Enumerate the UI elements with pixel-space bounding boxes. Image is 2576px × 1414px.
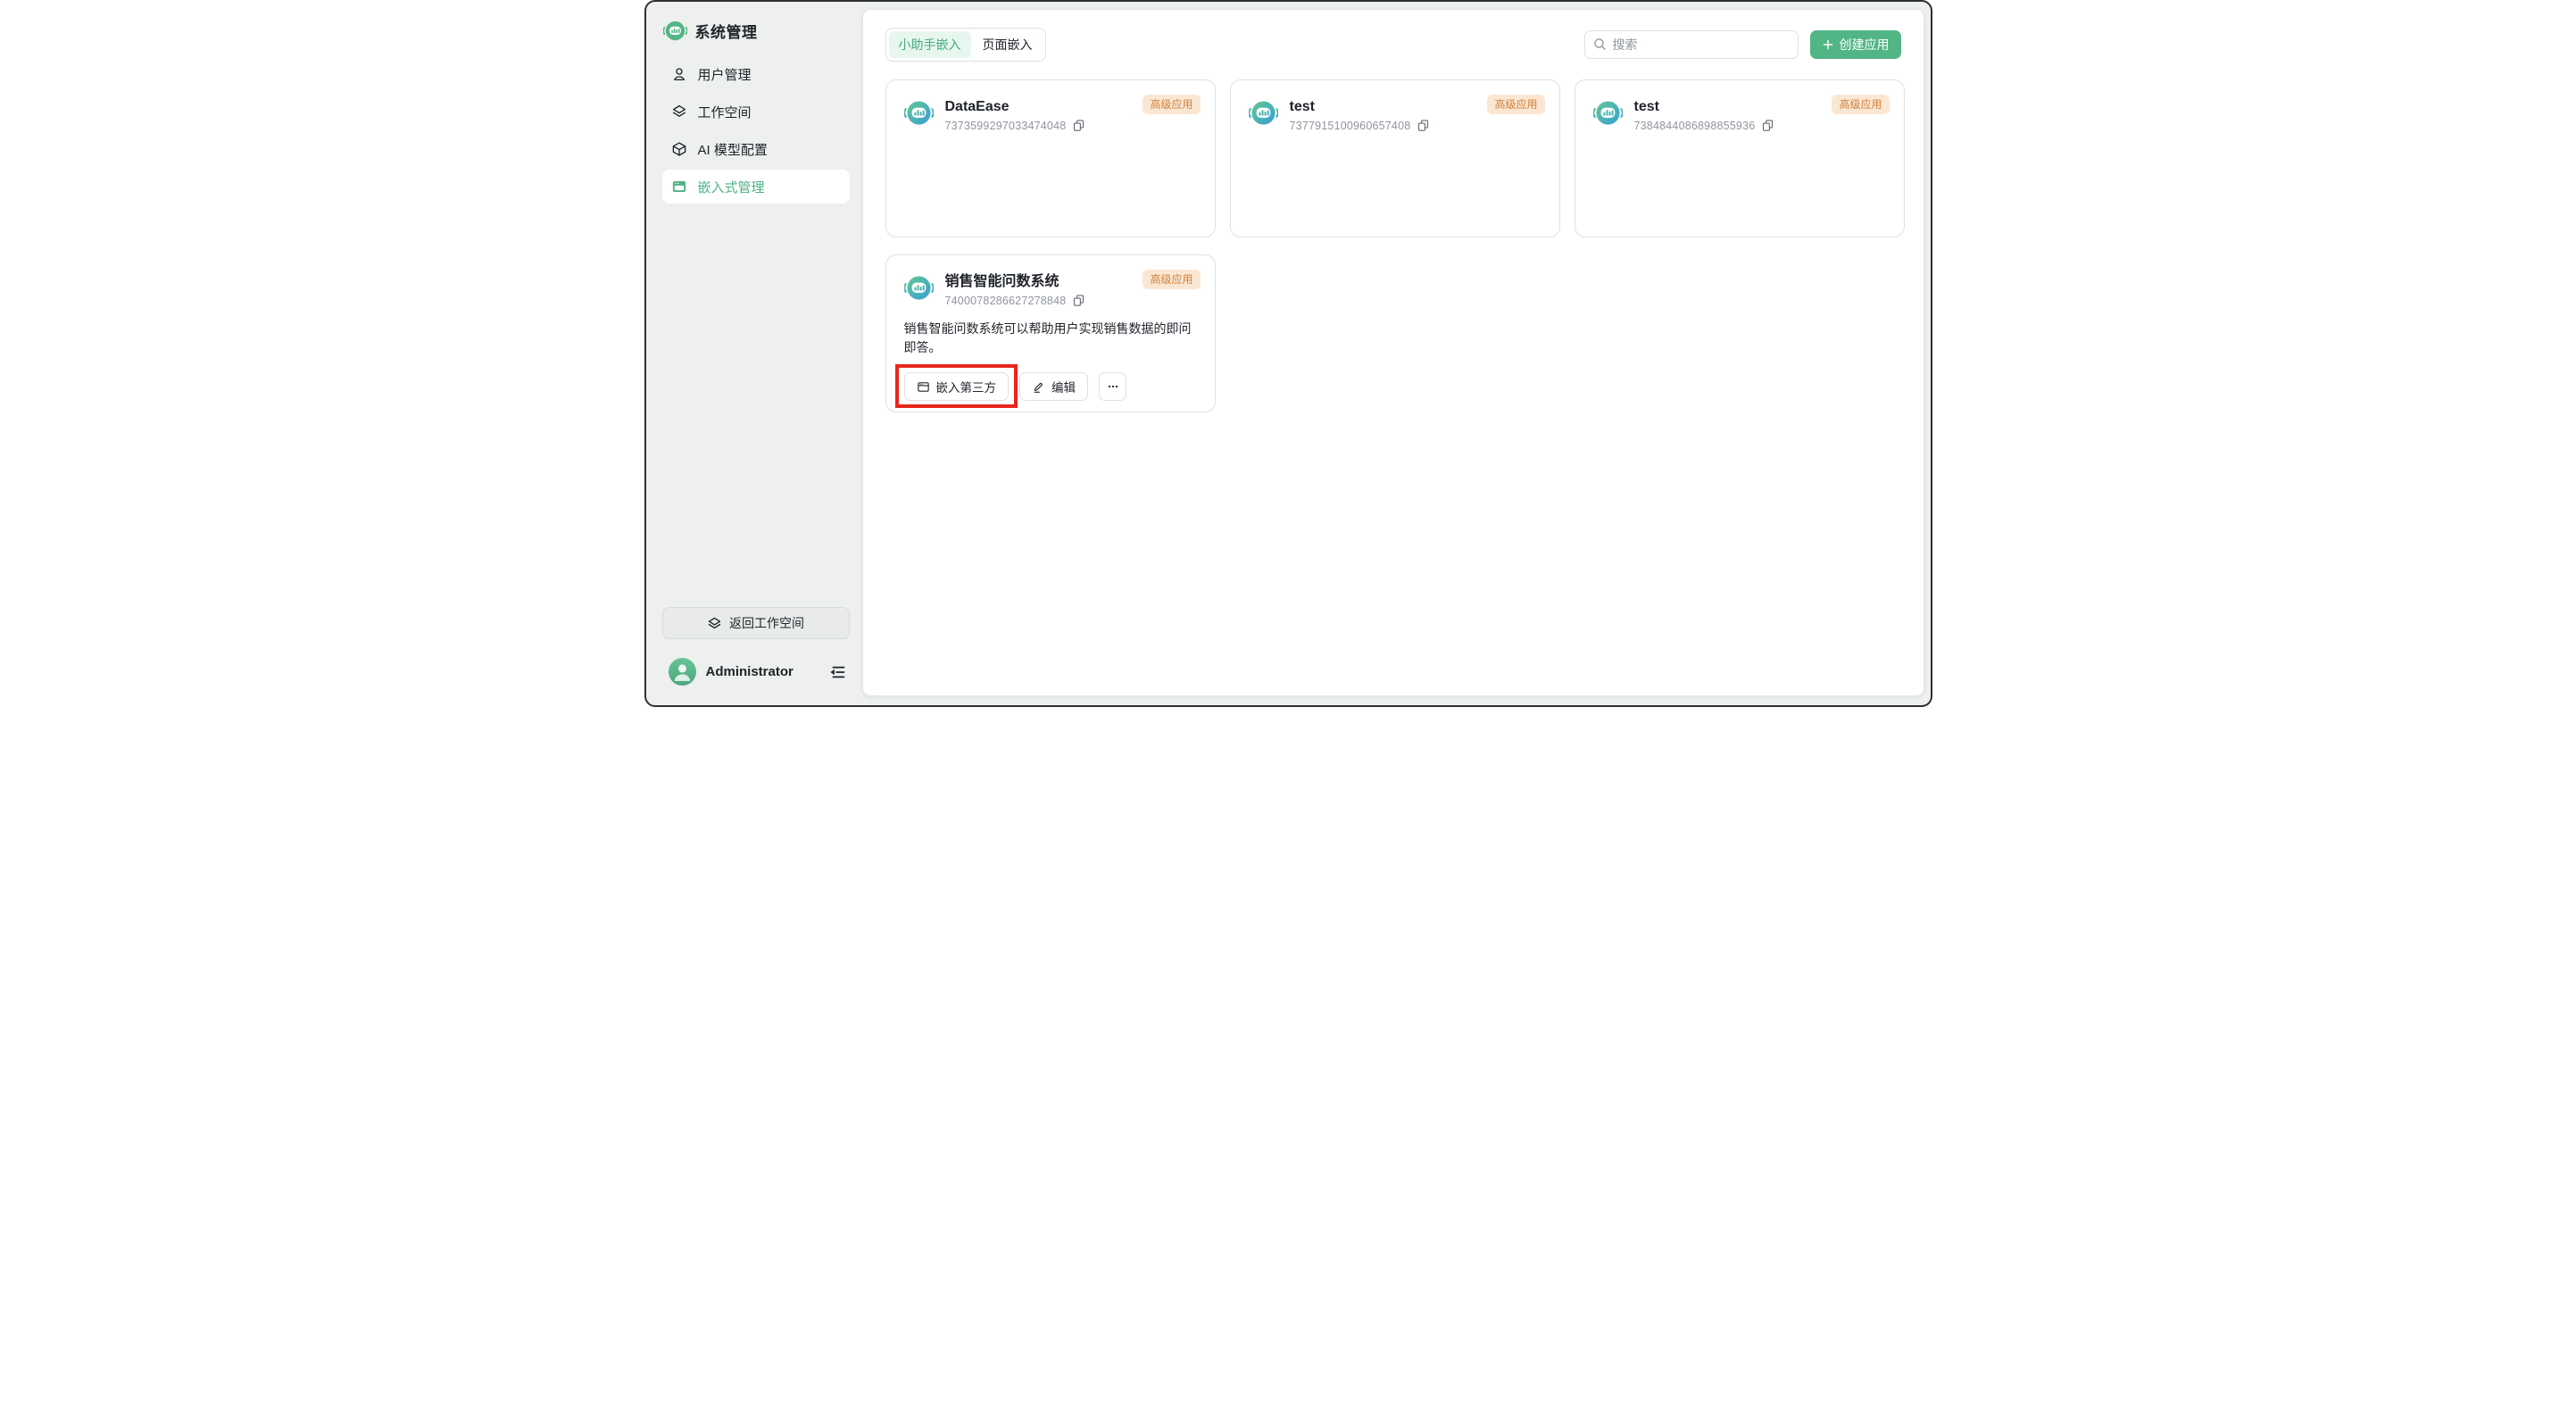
- app-card-grid: DataEase 7373599297033474048 高级应用: [863, 62, 1924, 412]
- sidebar: 系统管理 用户管理 工作空间: [646, 2, 862, 705]
- plus-icon: [1822, 38, 1834, 51]
- sidebar-item-user-management[interactable]: 用户管理: [662, 57, 850, 91]
- search-input[interactable]: [1584, 30, 1799, 59]
- app-id: 7373599297033474048: [945, 120, 1067, 132]
- user-icon: [671, 66, 687, 82]
- sidebar-item-label: 嵌入式管理: [698, 178, 765, 196]
- app-logo-row: 系统管理: [646, 2, 862, 43]
- sidebar-item-label: 用户管理: [698, 65, 752, 84]
- app-avatar-icon: [1249, 98, 1278, 128]
- app-card-actions: 嵌入第三方 编辑: [904, 372, 1197, 401]
- toolbar: 小助手嵌入 页面嵌入: [863, 10, 1924, 62]
- sidebar-item-label: AI 模型配置: [698, 140, 768, 159]
- embed-type-tabs: 小助手嵌入 页面嵌入: [885, 28, 1046, 62]
- copy-icon[interactable]: [1417, 119, 1430, 132]
- copy-icon[interactable]: [1761, 119, 1774, 132]
- highlighted-button-wrapper: 嵌入第三方: [904, 372, 1010, 401]
- main-panel: 小助手嵌入 页面嵌入: [862, 9, 1924, 696]
- edit-label: 编辑: [1051, 378, 1076, 395]
- app-card-title: 销售智能问数系统: [945, 273, 1086, 291]
- ellipsis-icon: [1106, 379, 1120, 394]
- back-to-workspace-button[interactable]: 返回工作空间: [662, 607, 850, 639]
- avatar: [669, 658, 696, 686]
- robot-logo-icon: [663, 19, 687, 43]
- sidebar-item-workspace[interactable]: 工作空间: [662, 95, 850, 129]
- tab-assistant-embed[interactable]: 小助手嵌入: [889, 31, 971, 58]
- app-avatar-icon: [1593, 98, 1623, 128]
- user-menu[interactable]: Administrator: [662, 658, 850, 686]
- app-id: 7384844086898855936: [1634, 120, 1756, 132]
- app-card-title: test: [1634, 98, 1775, 116]
- sidebar-item-label: 工作空间: [698, 103, 752, 121]
- cube-icon: [671, 141, 687, 157]
- back-to-workspace-label: 返回工作空间: [729, 614, 804, 632]
- app-level-badge: 高级应用: [1143, 95, 1200, 114]
- sidebar-item-embedded-management[interactable]: 嵌入式管理: [662, 170, 850, 204]
- create-app-label: 创建应用: [1840, 36, 1890, 54]
- app-card-test-1[interactable]: test 7377915100960657408 高级应用: [1230, 79, 1560, 237]
- window-icon: [917, 380, 930, 394]
- sidebar-nav: 用户管理 工作空间 AI 模型配置: [662, 57, 850, 204]
- app-avatar-icon: [904, 273, 934, 303]
- edit-icon: [1032, 380, 1045, 394]
- tab-page-embed[interactable]: 页面嵌入: [973, 31, 1043, 58]
- create-app-button[interactable]: 创建应用: [1810, 30, 1901, 59]
- app-level-badge: 高级应用: [1143, 270, 1200, 289]
- edit-button[interactable]: 编辑: [1019, 372, 1088, 401]
- more-actions-button[interactable]: [1099, 372, 1126, 401]
- app-window: 系统管理 用户管理 工作空间: [644, 0, 1932, 707]
- search-box: [1584, 30, 1799, 59]
- app-card-title: DataEase: [945, 98, 1086, 116]
- embed-third-party-label: 嵌入第三方: [936, 378, 997, 395]
- copy-icon[interactable]: [1072, 294, 1085, 307]
- app-avatar-icon: [904, 98, 934, 128]
- layers-icon: [707, 616, 722, 631]
- app-description: 销售智能问数系统可以帮助用户实现销售数据的即问即答。: [904, 320, 1197, 357]
- window-icon: [671, 179, 687, 195]
- layers-icon: [671, 104, 687, 120]
- app-card-sales-qa-system[interactable]: 销售智能问数系统 7400078286627278848 高级应用: [885, 254, 1216, 412]
- sidebar-item-ai-model-config[interactable]: AI 模型配置: [662, 132, 850, 166]
- copy-icon[interactable]: [1072, 119, 1085, 132]
- collapse-sidebar-icon[interactable]: [827, 661, 848, 683]
- toolbar-right: 创建应用: [1584, 30, 1901, 59]
- app-card-title: test: [1290, 98, 1431, 116]
- app-card-dataease[interactable]: DataEase 7373599297033474048 高级应用: [885, 79, 1216, 237]
- app-id: 7377915100960657408: [1290, 120, 1411, 132]
- sidebar-bottom: 返回工作空间 Administrator: [646, 607, 862, 705]
- app-title: 系统管理: [695, 20, 758, 42]
- app-card-test-2[interactable]: test 7384844086898855936 高级应用: [1575, 79, 1905, 237]
- user-name: Administrator: [706, 664, 794, 679]
- app-id: 7400078286627278848: [945, 295, 1067, 307]
- embed-third-party-button[interactable]: 嵌入第三方: [904, 372, 1010, 401]
- app-level-badge: 高级应用: [1832, 95, 1889, 114]
- app-level-badge: 高级应用: [1487, 95, 1544, 114]
